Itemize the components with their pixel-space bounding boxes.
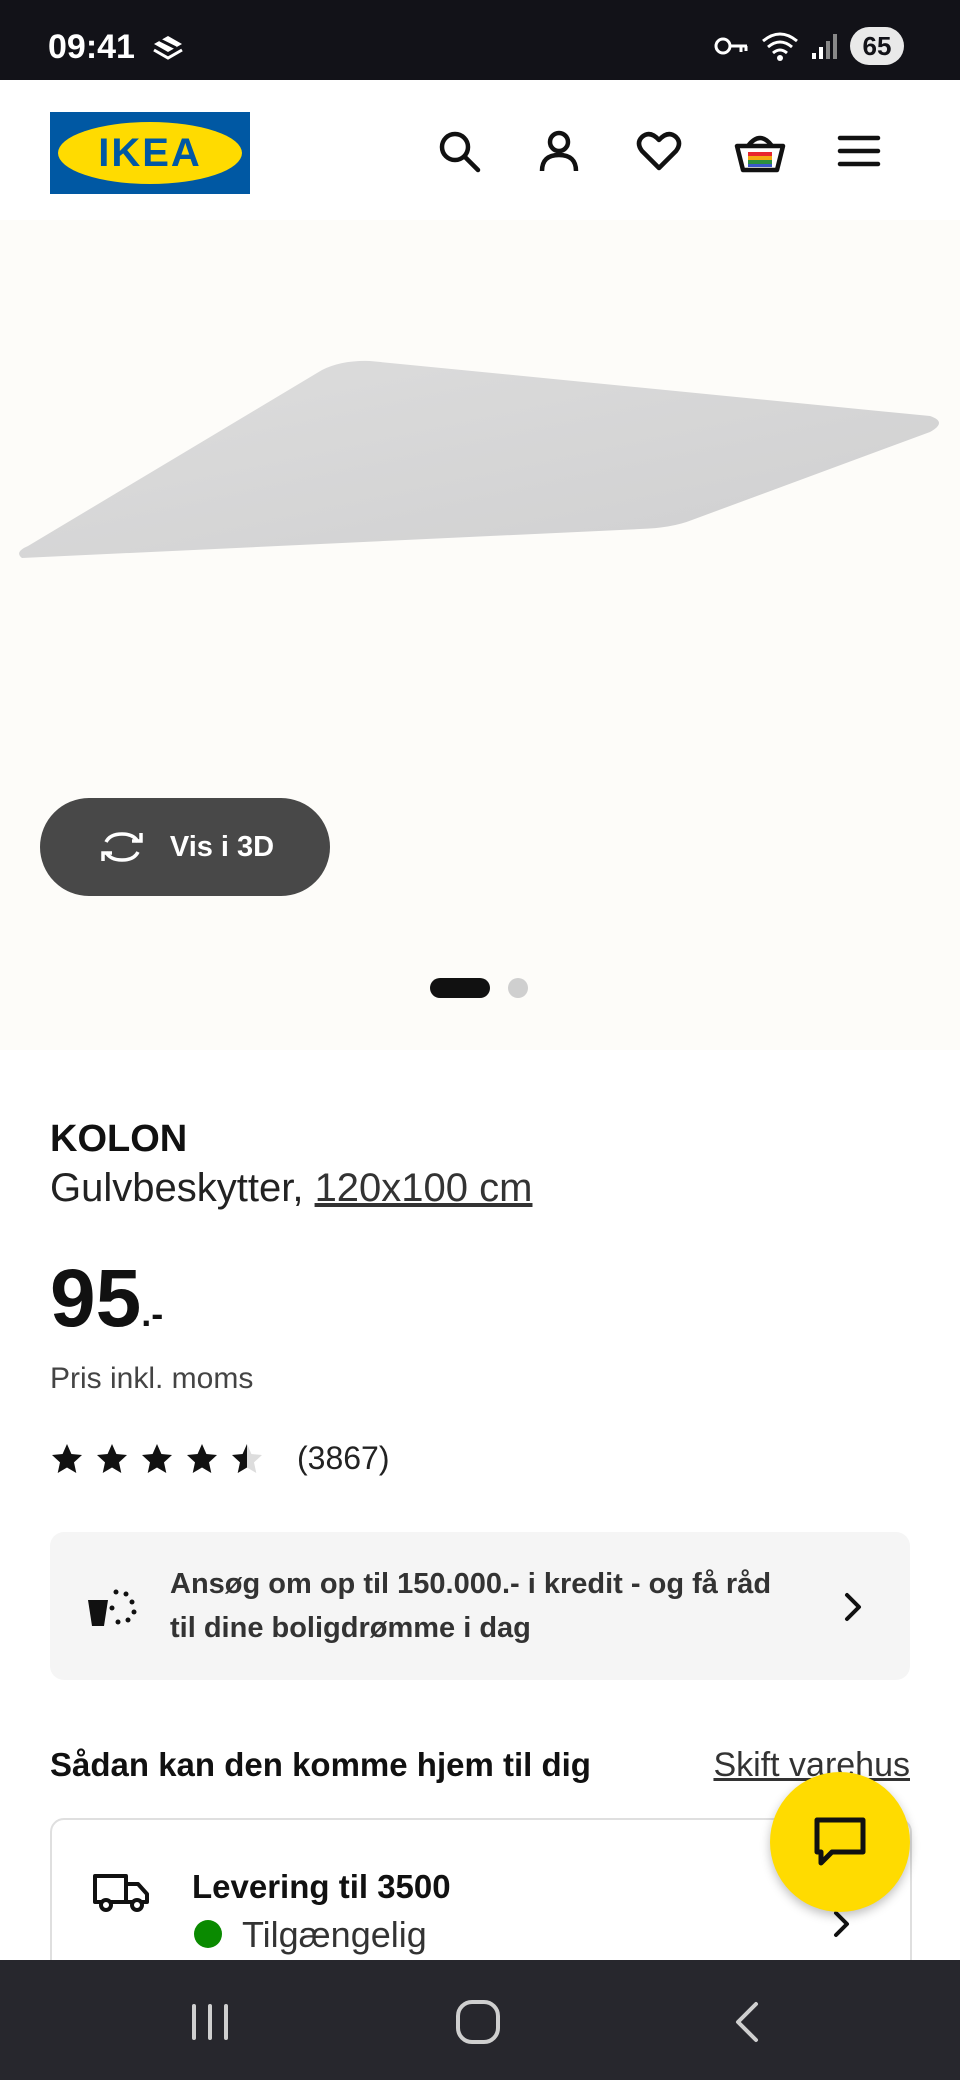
chevron-right-icon xyxy=(845,1593,861,1621)
chevron-right-icon xyxy=(834,1911,849,1937)
credit-banner-text: Ansøg om op til 150.000.- i kredit - og … xyxy=(170,1568,772,1644)
account-icon[interactable] xyxy=(536,128,582,174)
site-header: IKEA xyxy=(0,80,960,220)
back-button[interactable] xyxy=(718,1998,778,2046)
key-icon xyxy=(714,37,748,55)
logo-text: IKEA xyxy=(58,122,242,184)
product-rating[interactable]: (3867) xyxy=(50,1440,390,1477)
view-in-3d-button[interactable]: Vis i 3D xyxy=(40,798,330,896)
gallery-pagination xyxy=(430,978,528,998)
delivery-heading: Sådan kan den komme hjem til dig xyxy=(50,1746,591,1783)
star-full-icon xyxy=(187,1443,217,1473)
credit-wallet-icon xyxy=(88,1589,137,1626)
home-button[interactable] xyxy=(448,1998,508,2046)
rotate-3d-icon xyxy=(101,832,143,862)
chat-button[interactable] xyxy=(770,1772,910,1912)
pagination-dot[interactable] xyxy=(508,978,528,998)
view-in-3d-label: Vis i 3D xyxy=(169,830,275,863)
star-full-icon xyxy=(52,1443,82,1473)
availability-status-dot xyxy=(194,1920,222,1948)
menu-icon[interactable] xyxy=(836,128,882,174)
price-value: 95 xyxy=(50,1253,142,1344)
product-size-link[interactable]: 120x100 cm xyxy=(315,1166,533,1210)
search-icon[interactable] xyxy=(436,128,482,174)
truck-icon xyxy=(93,1874,149,1912)
basket-icon[interactable] xyxy=(734,128,786,174)
availability-status: Tilgængelig xyxy=(242,1914,427,1955)
wifi-icon xyxy=(762,32,798,61)
product-price: 95.- xyxy=(50,1252,163,1346)
review-count: (3867) xyxy=(297,1440,390,1476)
star-full-icon xyxy=(97,1443,127,1473)
pagination-dot-active[interactable] xyxy=(430,978,490,998)
product-gallery[interactable]: Vis i 3D xyxy=(0,220,960,1050)
star-half-icon xyxy=(232,1443,262,1473)
chat-bubble-icon xyxy=(814,1817,866,1866)
system-nav-bar xyxy=(0,1960,960,2080)
screen: 09:41 65 IKEA Vis i 3D KOLON Gulvbeskytt… xyxy=(0,0,960,2080)
product-description: Gulvbeskytter, 120x100 cm xyxy=(50,1166,532,1211)
status-indicators: 65 xyxy=(714,26,904,66)
star-full-icon xyxy=(142,1443,172,1473)
status-time: 09:41 xyxy=(48,28,135,66)
signal-icon xyxy=(812,34,837,59)
status-bar: 09:41 65 xyxy=(0,0,960,80)
product-image xyxy=(19,360,940,558)
product-type: Gulvbeskytter, xyxy=(50,1166,304,1210)
battery-indicator: 65 xyxy=(850,27,904,65)
heart-icon[interactable] xyxy=(636,128,682,174)
product-name: KOLON xyxy=(50,1118,188,1160)
recents-button[interactable] xyxy=(180,1998,240,2046)
delivery-option-title: Levering til 3500 xyxy=(192,1868,451,1905)
price-note: Pris inkl. moms xyxy=(50,1362,254,1395)
app-notification-icon xyxy=(153,36,183,60)
credit-banner[interactable]: Ansøg om op til 150.000.- i kredit - og … xyxy=(50,1532,910,1680)
ikea-logo[interactable]: IKEA xyxy=(50,112,250,194)
price-suffix: .- xyxy=(141,1293,164,1334)
